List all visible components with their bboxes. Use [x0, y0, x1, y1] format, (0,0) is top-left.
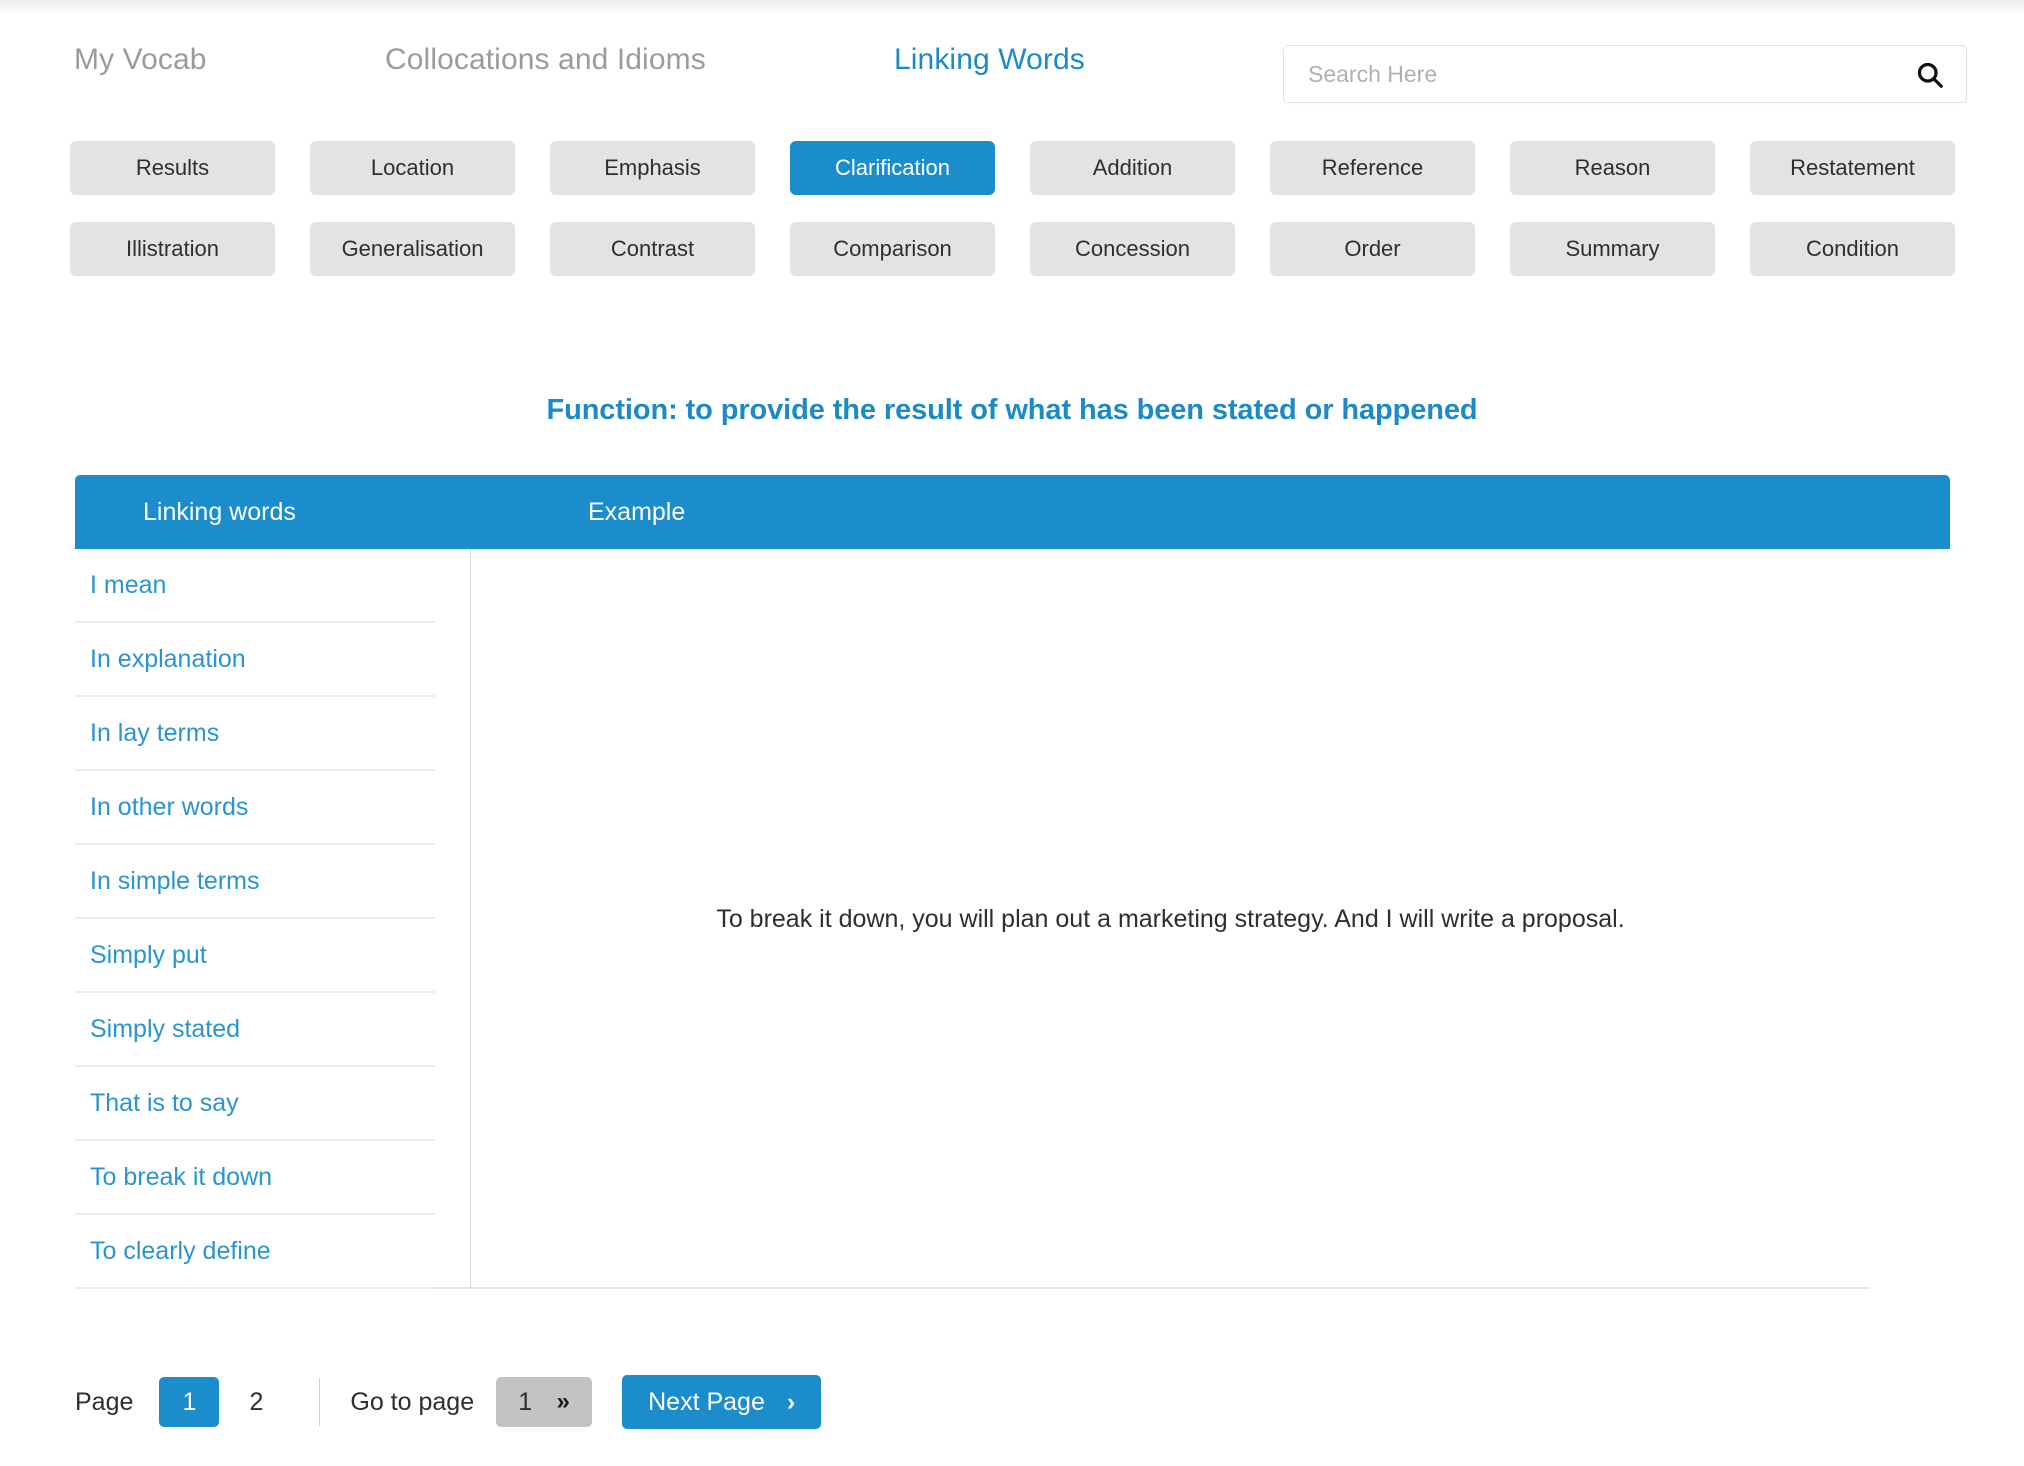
example-sentence: To break it down, you will plan out a ma…	[716, 904, 1625, 933]
category-button-concession[interactable]: Concession	[1030, 222, 1235, 276]
linking-word-link[interactable]: In simple terms	[90, 867, 259, 896]
linking-word-link[interactable]: That is to say	[90, 1089, 239, 1118]
category-button-restatement[interactable]: Restatement	[1750, 141, 1955, 195]
next-page-button[interactable]: Next Page ›	[622, 1375, 822, 1429]
category-button-illistration[interactable]: Illistration	[70, 222, 275, 276]
linking-word-link[interactable]: I mean	[90, 571, 166, 600]
category-button-location[interactable]: Location	[310, 141, 515, 195]
page-number-2[interactable]: 2	[233, 1379, 279, 1425]
column-header-example: Example	[588, 498, 686, 526]
table-header-row: Linking words Example	[75, 475, 1950, 549]
table-body: I mean In explanation In lay terms In ot…	[75, 549, 1870, 1289]
table-row[interactable]: I mean	[75, 549, 435, 623]
site-header: My Vocab Collocations and Idioms Linking…	[0, 14, 2024, 106]
category-button-grid: Results Location Emphasis Clarification …	[70, 141, 1955, 276]
column-header-linking-words: Linking words	[143, 498, 296, 526]
linking-word-link[interactable]: Simply stated	[90, 1015, 240, 1044]
linking-words-table: Linking words Example I mean In explanat…	[75, 475, 1950, 1289]
category-button-results[interactable]: Results	[70, 141, 275, 195]
go-to-page-input[interactable]: 1 »	[496, 1377, 593, 1427]
chevron-right-icon: ›	[786, 1387, 796, 1416]
table-row[interactable]: To break it down	[75, 1141, 435, 1215]
linking-words-column: I mean In explanation In lay terms In ot…	[75, 549, 435, 1289]
category-button-clarification[interactable]: Clarification	[790, 141, 995, 195]
linking-word-link[interactable]: In explanation	[90, 645, 246, 674]
table-row[interactable]: In other words	[75, 771, 435, 845]
search-bar[interactable]	[1283, 45, 1967, 103]
nav-item-collocations-and-idioms[interactable]: Collocations and Idioms	[385, 43, 706, 77]
pagination-divider	[319, 1378, 321, 1426]
category-button-comparison[interactable]: Comparison	[790, 222, 995, 276]
pagination-label: Page	[75, 1387, 134, 1416]
linking-word-link[interactable]: Simply put	[90, 941, 207, 970]
search-icon[interactable]	[1914, 59, 1946, 91]
search-input[interactable]	[1284, 46, 1966, 102]
page-number-1[interactable]: 1	[159, 1377, 220, 1427]
category-button-addition[interactable]: Addition	[1030, 141, 1235, 195]
nav-item-linking-words[interactable]: Linking Words	[894, 43, 1085, 77]
table-row[interactable]: In lay terms	[75, 697, 435, 771]
linking-word-link[interactable]: To clearly define	[90, 1237, 271, 1266]
table-row[interactable]: Simply stated	[75, 993, 435, 1067]
category-button-reason[interactable]: Reason	[1510, 141, 1715, 195]
category-button-contrast[interactable]: Contrast	[550, 222, 755, 276]
linking-word-link[interactable]: In lay terms	[90, 719, 219, 748]
table-row[interactable]: To clearly define	[75, 1215, 435, 1289]
pagination: Page 1 2 Go to page 1 » Next Page ›	[75, 1371, 822, 1433]
table-row[interactable]: Simply put	[75, 919, 435, 993]
nav-item-my-vocab[interactable]: My Vocab	[74, 43, 207, 77]
top-gradient-strip	[0, 0, 2024, 14]
double-chevron-right-icon[interactable]: »	[557, 1390, 570, 1414]
linking-word-link[interactable]: To break it down	[90, 1163, 272, 1192]
category-button-condition[interactable]: Condition	[1750, 222, 1955, 276]
table-row[interactable]: That is to say	[75, 1067, 435, 1141]
table-row[interactable]: In explanation	[75, 623, 435, 697]
go-to-page-label: Go to page	[350, 1387, 475, 1416]
category-button-summary[interactable]: Summary	[1510, 222, 1715, 276]
category-button-order[interactable]: Order	[1270, 222, 1475, 276]
go-to-page-value: 1	[518, 1387, 533, 1416]
example-cell: To break it down, you will plan out a ma…	[471, 549, 1870, 1289]
next-page-label: Next Page	[648, 1387, 765, 1416]
category-button-reference[interactable]: Reference	[1270, 141, 1475, 195]
category-button-generalisation[interactable]: Generalisation	[310, 222, 515, 276]
category-button-emphasis[interactable]: Emphasis	[550, 141, 755, 195]
table-row[interactable]: In simple terms	[75, 845, 435, 919]
linking-word-link[interactable]: In other words	[90, 793, 248, 822]
function-heading: Function: to provide the result of what …	[546, 394, 1478, 426]
